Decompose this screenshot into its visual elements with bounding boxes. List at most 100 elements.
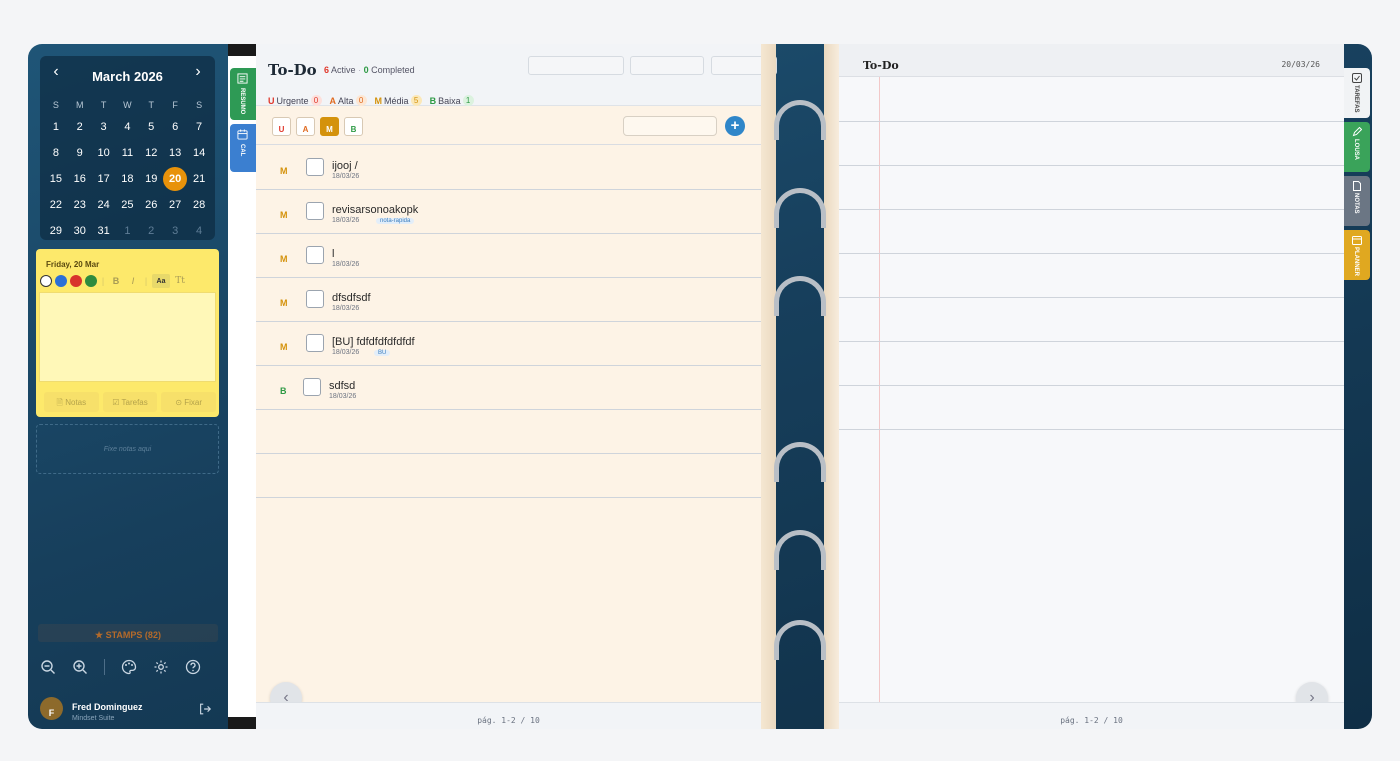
calendar-header: ‹ March 2026 › [40, 56, 215, 88]
weekday-label: F [172, 100, 178, 110]
calendar-day[interactable]: 2 [139, 218, 163, 244]
task-row[interactable]: Bsdfsd 18/03/26 [256, 366, 761, 410]
calendar-day[interactable]: 9 [68, 140, 92, 166]
color-green-swatch[interactable] [85, 275, 97, 287]
add-task-button[interactable]: + [725, 116, 745, 136]
task-title: sdfsd [329, 380, 356, 392]
search-input[interactable] [528, 56, 624, 75]
calendar-day[interactable]: 22 [44, 192, 68, 218]
pin-drop-area[interactable]: Fixe notas aqui [36, 424, 219, 474]
calendar-day-today[interactable]: 20 [163, 166, 188, 192]
calendar-day[interactable]: 17 [92, 166, 116, 192]
calendar-day[interactable]: 4 [116, 114, 140, 140]
binder-ring [774, 276, 826, 316]
calendar-day[interactable]: 2 [68, 114, 92, 140]
color-blue-swatch[interactable] [55, 275, 67, 287]
task-date: 18/03/26 [329, 393, 357, 400]
weekday-label: S [52, 100, 59, 110]
zoom-out-icon[interactable] [40, 659, 56, 675]
help-icon[interactable] [185, 659, 201, 675]
calendar-day[interactable]: 12 [139, 140, 163, 166]
calendar-day[interactable]: 1 [116, 218, 140, 244]
task-row[interactable]: M [BU] fdfdfdfdfdfdf 18/03/26 BU [256, 322, 761, 366]
calendar-day[interactable]: 30 [68, 218, 92, 244]
calendar-day[interactable]: 15 [44, 166, 68, 192]
task-title: ijooj / [332, 160, 358, 172]
calendar-day[interactable]: 18 [116, 166, 140, 192]
task-checkbox[interactable] [306, 158, 324, 176]
tasks-button[interactable]: ☑ Tarefas [102, 392, 158, 412]
calendar-day[interactable]: 10 [92, 140, 116, 166]
mini-calendar: ‹ March 2026 › S M T W T F S 1 2 3 4 5 6 7 8 9 10 11 12 13 1… [40, 56, 215, 240]
task-checkbox[interactable] [306, 246, 324, 264]
calendar-day[interactable]: 27 [163, 192, 187, 218]
calendar-day[interactable]: 25 [116, 192, 140, 218]
calendar-day[interactable]: 14 [187, 140, 211, 166]
task-tag: BU [374, 350, 391, 356]
zoom-in-icon[interactable] [72, 659, 88, 675]
filter-medium-button[interactable]: M [320, 117, 339, 136]
task-checkbox[interactable] [306, 290, 324, 308]
calendar-day[interactable]: 29 [44, 218, 68, 244]
filter-low-button[interactable]: B [344, 117, 363, 136]
task-row[interactable]: Mijooj /18/03/26 [256, 146, 761, 190]
note-textarea[interactable] [39, 292, 216, 382]
font-size-button[interactable]: Aa [152, 274, 170, 288]
tab-planner[interactable]: PLANNER [1344, 230, 1370, 280]
calendar-day[interactable]: 4 [187, 218, 211, 244]
calendar-day[interactable]: 8 [44, 140, 68, 166]
italic-button[interactable]: I [126, 276, 140, 286]
task-checkbox[interactable] [306, 334, 324, 352]
calendar-day[interactable]: 28 [187, 192, 211, 218]
filter-urgent-button[interactable]: U [272, 117, 291, 136]
task-checkbox[interactable] [303, 378, 321, 396]
stamps-button[interactable]: ★ STAMPS (82) [38, 624, 218, 642]
calendar-day[interactable]: 23 [68, 192, 92, 218]
calendar-day[interactable]: 26 [139, 192, 163, 218]
task-row[interactable]: Mdfsdfsdf 18/03/26 [256, 278, 761, 322]
color-white-swatch[interactable] [40, 275, 52, 287]
calendar-day[interactable]: 7 [187, 114, 211, 140]
calendar-day[interactable]: 19 [139, 166, 163, 192]
calendar-day[interactable]: 6 [163, 114, 187, 140]
sort-select[interactable] [630, 56, 704, 75]
font-button[interactable]: Tt [173, 276, 187, 286]
binder-ring [774, 530, 826, 570]
tab-resumo[interactable]: RESUMO [230, 68, 256, 120]
palette-icon[interactable] [121, 659, 137, 675]
new-task-input[interactable] [623, 116, 717, 136]
next-month-icon[interactable]: › [190, 64, 206, 80]
user-profile: F Fred Dominguez Mindset Suite [40, 696, 220, 729]
notes-button[interactable]: 🗎 Notas [44, 392, 99, 412]
weekday-label: T [100, 100, 107, 110]
tab-tarefas[interactable]: TAREFAS [1344, 68, 1370, 118]
calendar-day[interactable]: 16 [68, 166, 92, 192]
calendar-day[interactable]: 3 [163, 218, 187, 244]
task-row[interactable]: Ml 18/03/26 [256, 234, 761, 278]
tab-cal[interactable]: CAL [230, 124, 256, 172]
bold-button[interactable]: B [109, 276, 123, 286]
tab-notas[interactable]: NOTAS [1344, 176, 1370, 226]
weekday-label: S [196, 100, 203, 110]
binder-ring [774, 188, 826, 228]
avatar[interactable]: F [40, 697, 63, 720]
sidebar-toolbar [40, 656, 201, 678]
gear-icon[interactable] [153, 659, 169, 675]
color-red-swatch[interactable] [70, 275, 82, 287]
logout-icon[interactable] [198, 702, 212, 716]
task-priority: B [280, 386, 287, 396]
calendar-day[interactable]: 11 [116, 140, 140, 166]
tab-lousa[interactable]: LOUSA [1344, 122, 1370, 172]
task-title: dfsdfsdf [332, 292, 371, 304]
calendar-day[interactable]: 5 [139, 114, 163, 140]
calendar-day[interactable]: 21 [187, 166, 211, 192]
calendar-day[interactable]: 3 [92, 114, 116, 140]
calendar-day[interactable]: 31 [92, 218, 116, 244]
task-checkbox[interactable] [306, 202, 324, 220]
pin-button[interactable]: ⊙ Fixar [161, 392, 217, 412]
filter-high-button[interactable]: A [296, 117, 315, 136]
calendar-day[interactable]: 1 [44, 114, 68, 140]
calendar-day[interactable]: 24 [92, 192, 116, 218]
calendar-day[interactable]: 13 [163, 140, 187, 166]
task-row[interactable]: Mrevisarsonoakopk 18/03/26 nota-rapida [256, 190, 761, 234]
